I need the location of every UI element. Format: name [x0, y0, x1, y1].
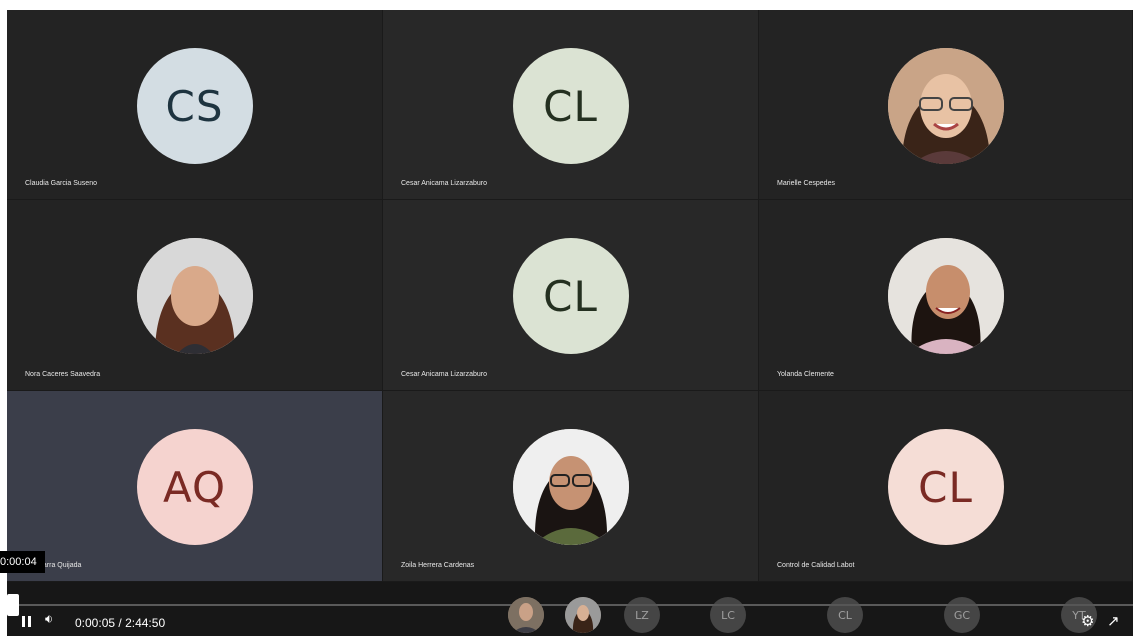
participant-tile: Marielle Cespedes [759, 10, 1133, 200]
participant-thumbnail[interactable]: LC [710, 597, 746, 633]
participant-tile: Yolanda Clemente [759, 200, 1133, 391]
person-photo-icon [887, 48, 1004, 164]
time-display: 0:00:05 / 2:44:50 [75, 616, 165, 630]
initials-avatar: CL [512, 48, 629, 164]
profile-photo-avatar [887, 48, 1004, 164]
settings-button[interactable]: ⚙ [1081, 612, 1094, 630]
participant-thumbnail[interactable]: LZ [624, 597, 660, 633]
seek-time-tooltip: 0:00:04 [0, 551, 45, 573]
participant-name: Control de Calidad Labot [777, 562, 855, 569]
participant-grid: CS Claudia Garcia Suseno CL Cesar Anicam… [7, 10, 1133, 582]
participant-name: Cesar Anicama Lizarzaburo [401, 371, 487, 378]
participant-tile: Zoila Herrera Cardenas [383, 391, 759, 582]
participant-tile: CL Cesar Anicama Lizarzaburo [383, 200, 759, 391]
video-control-bar: 🔉︎ 0:00:05 / 2:44:50 LZ LC CL GC YT ⚙ ↗ [7, 582, 1133, 636]
participant-name: Cesar Anicama Lizarzaburo [401, 180, 487, 187]
participant-tile: Nora Caceres Saavedra [7, 200, 383, 391]
participant-tile: CS Claudia Garcia Suseno [7, 10, 383, 200]
participant-thumbnail[interactable] [565, 597, 601, 633]
time-separator: / [118, 616, 122, 630]
pause-icon [28, 616, 31, 627]
video-stage: CS Claudia Garcia Suseno CL Cesar Anicam… [7, 10, 1133, 636]
pause-button[interactable] [21, 615, 33, 629]
participant-tile: CL Control de Calidad Labot [759, 391, 1133, 582]
participant-name: Marielle Cespedes [777, 180, 835, 187]
person-photo-icon [508, 597, 544, 633]
initials-avatar: CL [512, 238, 629, 354]
initials-avatar: CS [136, 48, 253, 164]
initials-avatar: AQ [136, 429, 253, 545]
person-photo-icon [512, 429, 629, 545]
participant-name: Nora Caceres Saavedra [25, 371, 101, 378]
pause-icon [22, 616, 25, 627]
profile-photo-avatar [512, 429, 629, 545]
participant-tile-active-speaker: AQ a Zegarra Quijada [7, 391, 383, 582]
participant-thumbnail[interactable]: GC [944, 597, 980, 633]
current-time: 0:00:05 [75, 616, 116, 630]
volume-button[interactable]: 🔉︎ [45, 612, 53, 627]
gear-icon: ⚙ [1081, 612, 1095, 630]
participant-name: Zoila Herrera Cardenas [401, 562, 475, 569]
person-photo-icon [565, 597, 601, 633]
participant-tile: CL Cesar Anicama Lizarzaburo [383, 10, 759, 200]
person-photo-icon [887, 238, 1004, 354]
exit-fullscreen-icon: ↗ [1107, 612, 1120, 630]
volume-icon: 🔉︎ [45, 612, 54, 627]
exit-fullscreen-button[interactable]: ↗ [1107, 612, 1120, 630]
seek-handle[interactable] [7, 594, 19, 616]
participant-thumbnail[interactable]: CL [827, 597, 863, 633]
total-time: 2:44:50 [125, 616, 166, 630]
profile-photo-avatar [136, 238, 253, 354]
participant-thumbnail[interactable] [508, 597, 544, 633]
participant-thumbnail-strip: LZ LC CL GC YT [500, 582, 1100, 636]
profile-photo-avatar [887, 238, 1004, 354]
initials-avatar: CL [887, 429, 1004, 545]
participant-name: Yolanda Clemente [777, 371, 834, 378]
person-photo-icon [136, 238, 253, 354]
participant-name: Claudia Garcia Suseno [25, 180, 97, 187]
